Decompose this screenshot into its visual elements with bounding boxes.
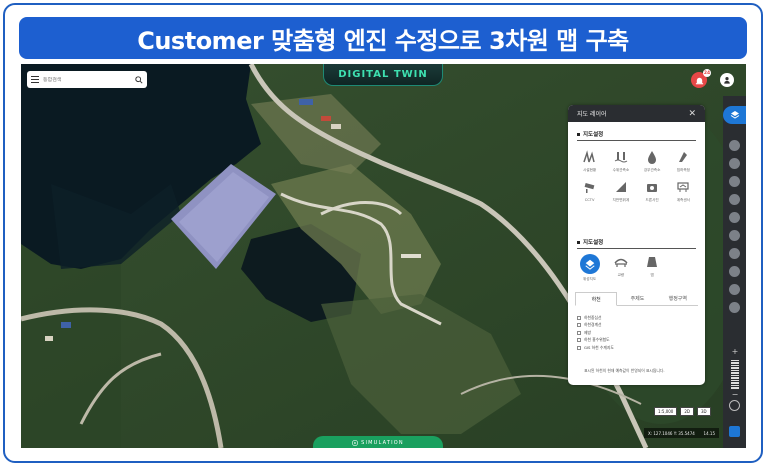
checkbox-item[interactable]: 하천중심선: [577, 314, 614, 322]
alarm-button[interactable]: 24: [691, 69, 711, 88]
play-icon: [352, 440, 359, 446]
water-gauge-icon: [613, 149, 629, 165]
rain-gauge-icon: [644, 149, 660, 165]
checkbox[interactable]: [577, 315, 581, 320]
tool-draw-icon[interactable]: [729, 248, 740, 259]
layer-item[interactable]: 강우관측소: [637, 149, 668, 173]
checkbox[interactable]: [577, 330, 581, 335]
satellite-icon: [579, 254, 600, 274]
scale-button[interactable]: 1:5,000: [654, 407, 678, 416]
right-toolbar: + −: [723, 96, 746, 448]
layer-item[interactable]: 수위관측소: [605, 149, 636, 173]
tab-theme-map[interactable]: 주제도: [617, 292, 657, 305]
view-2d-button[interactable]: 2D: [680, 407, 694, 416]
map-viewport[interactable]: DIGITAL TWIN 24 + − 지도 레이어 ✕ 지도설정: [21, 64, 746, 448]
drone-photo-icon: [644, 179, 660, 195]
layer-item[interactable]: CCTV: [574, 179, 605, 203]
tool-print-icon[interactable]: [729, 212, 740, 223]
checkbox-item[interactable]: 하천 홍수위험도: [577, 337, 614, 345]
tab-admin-area[interactable]: 행정구역: [658, 292, 698, 305]
page-title-banner: Customer 맞춤형 엔진 수정으로 3차원 맵 구축: [19, 17, 747, 59]
checkbox-item[interactable]: 하천경계선: [577, 322, 614, 330]
checkbox[interactable]: [577, 338, 581, 343]
layers-icon: [730, 111, 739, 119]
base-map-grid: 위성지도 교량 댐: [574, 254, 699, 282]
compass-ring-icon[interactable]: [729, 400, 740, 411]
layer-panel-header: 지도 레이어 ✕: [568, 105, 705, 122]
close-icon[interactable]: ✕: [688, 109, 696, 119]
checkbox-item[interactable]: 제방: [577, 329, 614, 337]
bridge-icon: [613, 254, 629, 270]
zoom-control[interactable]: + −: [731, 348, 739, 400]
section-title-map-settings: 지도설정: [577, 130, 603, 138]
app-title: DIGITAL TWIN: [323, 64, 443, 86]
checkbox[interactable]: [577, 323, 581, 328]
search-icon[interactable]: [135, 75, 143, 84]
coordinate-readout: X: 127.1046 Y: 35.5474 14.15: [644, 428, 719, 438]
alarm-count-badge: 24: [703, 69, 711, 77]
tool-pin-icon[interactable]: [729, 194, 740, 205]
menu-icon[interactable]: [31, 76, 39, 83]
tool-settings-icon[interactable]: [729, 302, 740, 313]
base-map-item[interactable]: 댐: [637, 254, 668, 282]
layer-item[interactable]: 시설현황: [574, 149, 605, 173]
page-title: Customer 맞춤형 엔진 수정으로 3차원 맵 구축: [137, 26, 629, 55]
layer-tabs: 하천 주제도 행정구역: [575, 292, 698, 306]
dam-icon: [644, 254, 660, 270]
siren-icon: [695, 77, 703, 84]
simulation-bar[interactable]: SIMULATION: [313, 436, 443, 448]
coordinate-text: X: 127.1046 Y: 35.5474: [648, 430, 695, 436]
layer-item[interactable]: 지반변위계: [605, 179, 636, 203]
checkbox-item[interactable]: GIS 하천 수계지도: [577, 344, 614, 352]
ground-displacement-icon: [613, 179, 629, 195]
layers-button[interactable]: [723, 106, 746, 124]
cctv-icon: [582, 179, 598, 195]
view-3d-button[interactable]: 3D: [696, 407, 711, 416]
layer-item[interactable]: 침하측정: [668, 149, 699, 173]
map-view-buttons: 1:5,000 2D 3D: [654, 407, 711, 416]
panel-note: 표시된 하천의 현재 예측값이 반영되어 표시됩니다.: [584, 368, 665, 373]
river-layer-checklist: 하천중심선 하천경계선 제방 하천 홍수위험도 GIS 하천 수계지도: [577, 314, 614, 352]
zoom-slider[interactable]: [731, 360, 739, 389]
tool-measure-icon[interactable]: [729, 140, 740, 151]
base-map-item-active[interactable]: 위성지도: [574, 254, 605, 282]
zoom-out-button[interactable]: −: [731, 390, 739, 400]
section-divider: [577, 248, 696, 249]
layer-panel: 지도 레이어 ✕ 지도설정 시설현황 수위관측소 강우관측소 침하측정 CCTV…: [568, 105, 705, 385]
layer-panel-title: 지도 레이어: [577, 111, 607, 118]
tool-view-icon[interactable]: [729, 266, 740, 277]
section-title-base-map: 지도설정: [577, 238, 603, 246]
user-button[interactable]: [720, 73, 734, 87]
tool-reset-icon[interactable]: [729, 284, 740, 295]
search-bar[interactable]: [27, 71, 147, 88]
user-icon: [724, 77, 730, 84]
section-divider: [577, 140, 696, 141]
base-map-item[interactable]: 교량: [605, 254, 636, 282]
sensor-icon: [675, 179, 691, 195]
layer-item[interactable]: 계측센서: [668, 179, 699, 203]
tab-river[interactable]: 하천: [575, 292, 618, 306]
checkbox[interactable]: [577, 345, 581, 350]
zoom-level-text: 14.15: [703, 430, 715, 436]
facility-layer-grid: 시설현황 수위관측소 강우관측소 침하측정 CCTV 지반변위계 드론사진 계측…: [574, 149, 699, 203]
north-arrow-icon[interactable]: [729, 426, 740, 437]
search-input[interactable]: [43, 76, 135, 83]
tool-info-icon[interactable]: [729, 176, 740, 187]
tool-area-icon[interactable]: [729, 158, 740, 169]
zoom-in-button[interactable]: +: [731, 348, 739, 356]
simulation-label: SIMULATION: [361, 440, 404, 446]
facility-icon: [582, 149, 598, 165]
layer-item[interactable]: 드론사진: [637, 179, 668, 203]
settlement-icon: [675, 149, 691, 165]
tool-capture-icon[interactable]: [729, 230, 740, 241]
